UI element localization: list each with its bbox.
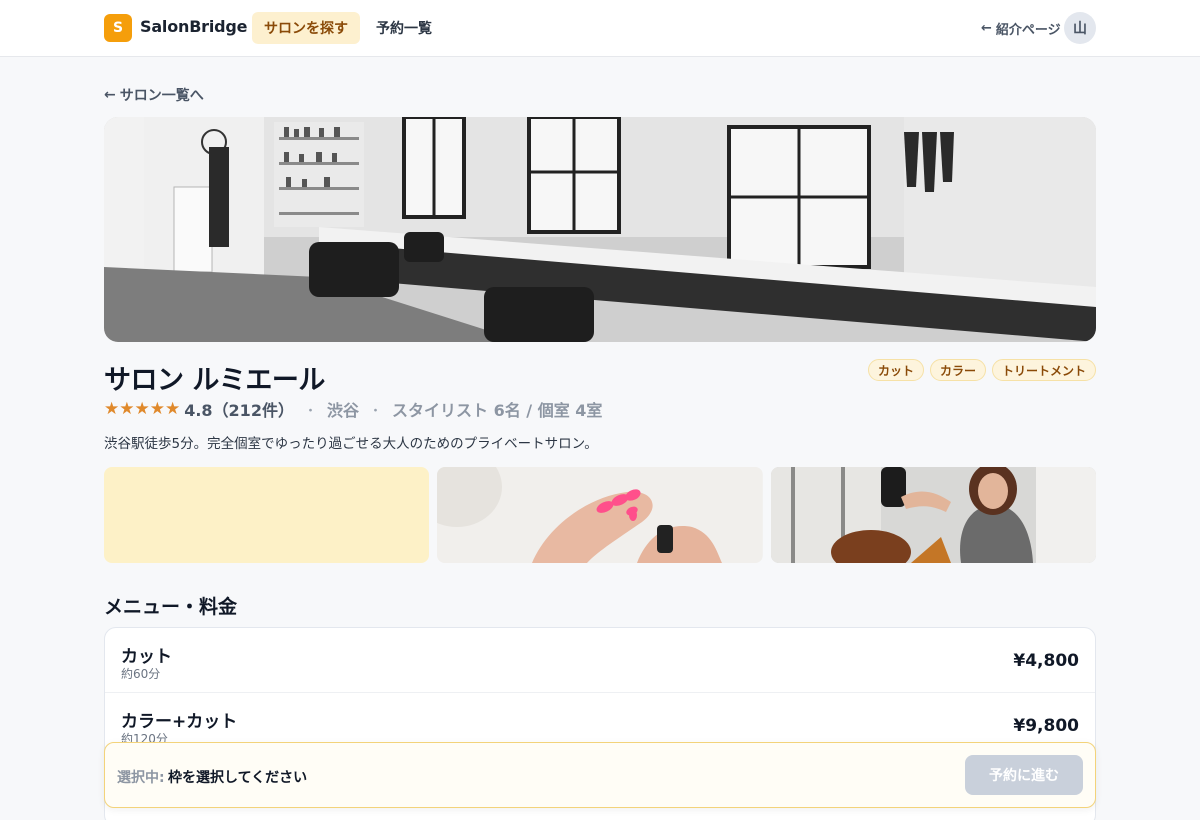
user-avatar[interactable]: 山 — [1064, 12, 1096, 44]
brand-name[interactable]: SalonBridge — [140, 17, 248, 36]
logo-icon[interactable]: S — [104, 14, 132, 42]
nail-photo — [437, 467, 763, 563]
service-tags: カット カラー トリートメント — [867, 359, 1096, 381]
back-to-salon-list-link[interactable]: ← サロン一覧へ — [104, 85, 204, 105]
menu-item[interactable]: カット 約60分 ¥4,800 — [105, 628, 1095, 693]
salon-meta: ★★★★★ 4.8（212件） ・ 渋谷 ・ スタイリスト 6名 / 個室 4室 — [104, 397, 602, 421]
nav-bookings[interactable]: 予約一覧 — [364, 12, 444, 44]
stylist-photo — [770, 467, 1096, 563]
menu-item-name: カット — [121, 647, 172, 667]
nav-search-salons[interactable]: サロンを探す — [252, 12, 360, 44]
selection-bar: 選択中: 枠を選択してください 予約に進む — [104, 742, 1096, 808]
hero-image — [104, 117, 1096, 342]
selection-value: 枠を選択してください — [168, 770, 308, 786]
back-link-label: サロン一覧へ — [119, 88, 204, 104]
gallery-photo-placeholder[interactable] — [104, 467, 430, 563]
photo-gallery — [104, 467, 1096, 563]
tag-treatment: トリートメント — [991, 359, 1096, 381]
salon-name: サロン ルミエール — [104, 365, 325, 396]
menu-section-title: メニュー・料金 — [104, 596, 238, 618]
proceed-to-booking-button[interactable]: 予約に進む — [965, 755, 1083, 795]
menu-item-name: カラー+カット — [121, 712, 238, 732]
salon-description: 渋谷駅徒歩5分。完全個室でゆったり過ごせる大人のためのプライベートサロン。 — [104, 436, 598, 452]
intro-link-label: 紹介ページ — [995, 23, 1061, 38]
gallery-photo-stylist[interactable] — [770, 467, 1096, 563]
top-header: S SalonBridge サロンを探す 予約一覧 ← 紹介ページ 山 — [0, 0, 1200, 57]
arrow-left-icon: ← — [104, 87, 116, 103]
arrow-left-icon: ← — [981, 21, 992, 36]
intro-page-link[interactable]: ← 紹介ページ — [981, 19, 1061, 38]
capacity-text: スタイリスト 6名 / 個室 4室 — [392, 401, 603, 420]
separator-dot: ・ — [303, 403, 317, 419]
salon-interior-photo — [104, 117, 1096, 342]
tag-cut: カット — [867, 359, 924, 381]
selection-label: 選択中: — [117, 770, 165, 786]
rating-text: 4.8（212件） — [184, 401, 294, 420]
menu-item-price: ¥4,800 — [1013, 651, 1079, 671]
star-rating-icon: ★★★★★ — [104, 399, 181, 419]
menu-item-duration: 約60分 — [121, 667, 161, 681]
menu-item-price: ¥9,800 — [1013, 716, 1079, 736]
gallery-photo-nails[interactable] — [437, 467, 763, 563]
separator-dot: ・ — [368, 403, 382, 419]
tag-color: カラー — [929, 359, 986, 381]
area-text: 渋谷 — [326, 401, 359, 420]
